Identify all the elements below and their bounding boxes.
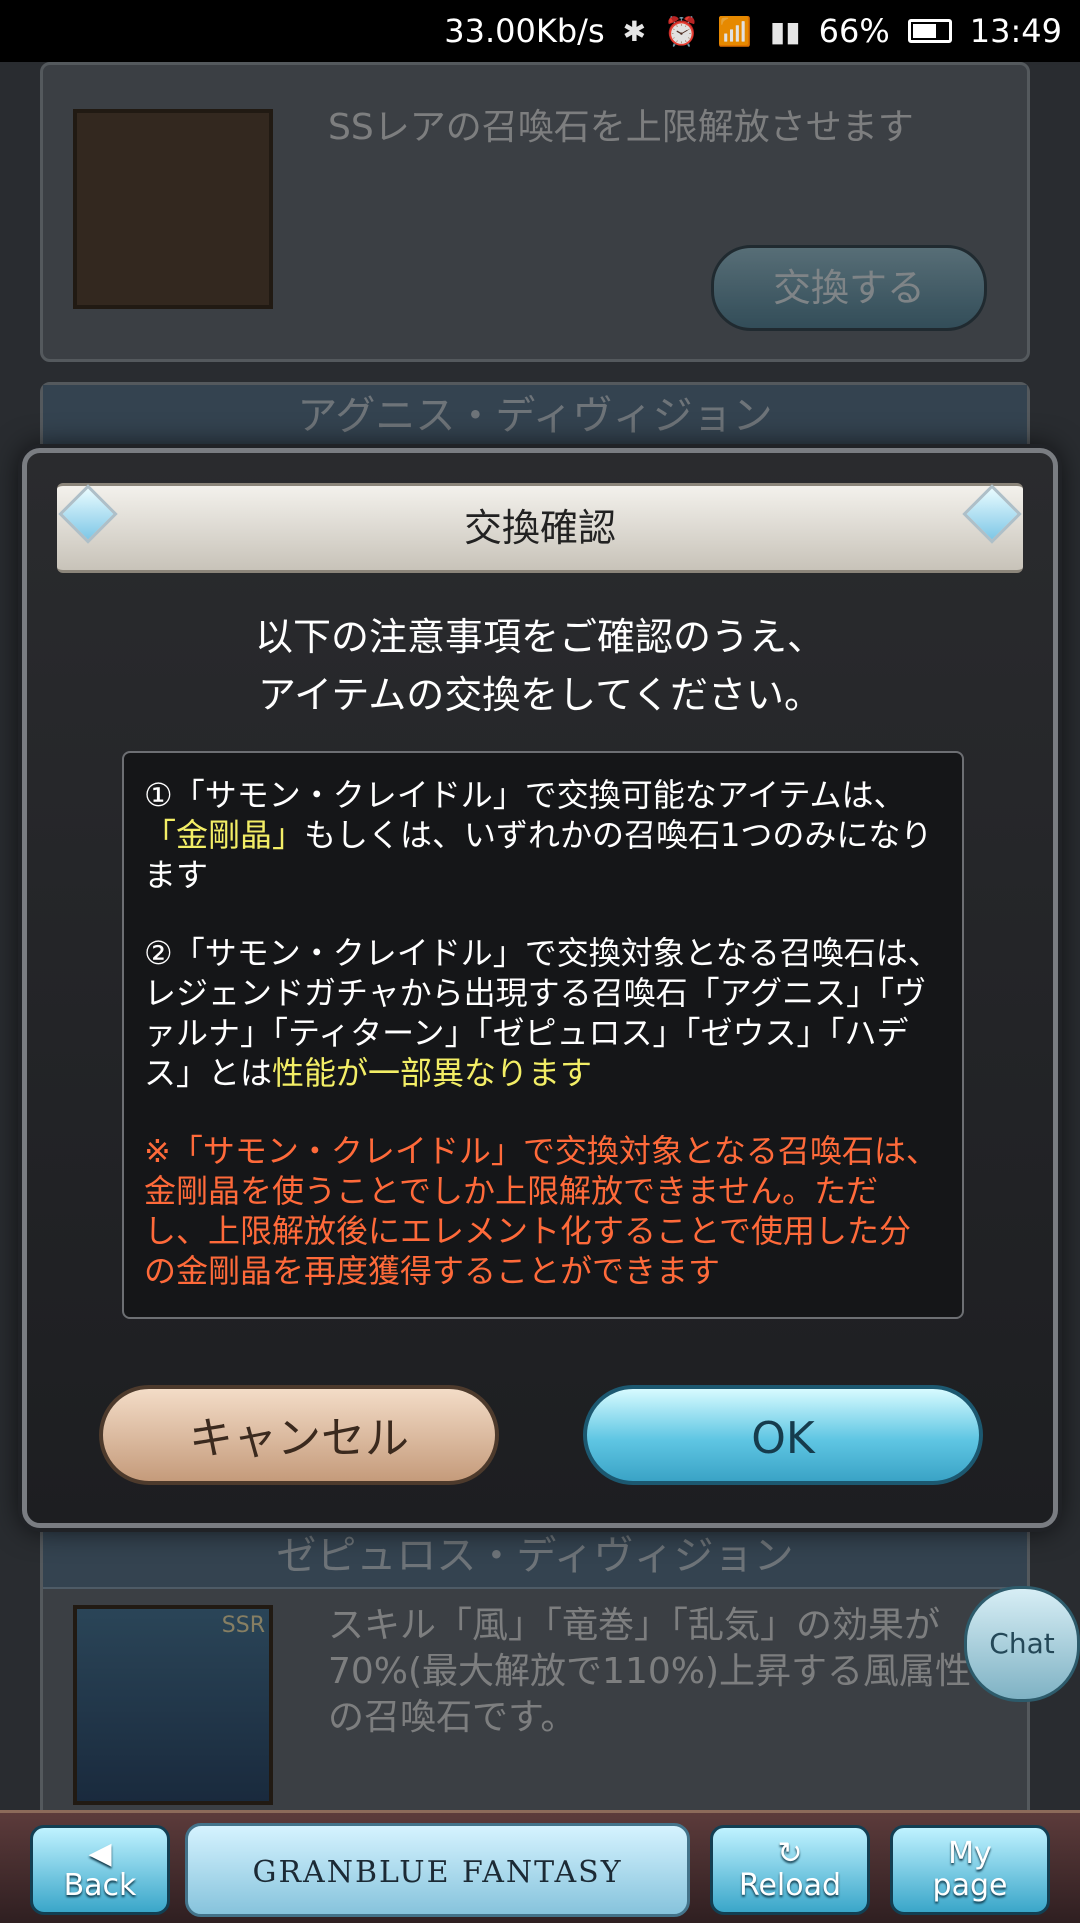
note-1: ①「サモン・クレイドル」で交換可能なアイテムは、「金剛晶」もしくは、いずれかの召… <box>144 776 933 894</box>
clock: 13:49 <box>969 12 1062 50</box>
wifi-icon: 📶 <box>716 14 752 48</box>
notes-box: ①「サモン・クレイドル」で交換可能なアイテムは、「金剛晶」もしくは、いずれかの召… <box>122 751 964 1319</box>
battery-icon <box>907 19 952 43</box>
mypage-button[interactable]: My page <box>890 1825 1050 1915</box>
battery-percent: 66% <box>818 12 890 50</box>
intro-line: アイテムの交換をしてください。 <box>258 673 822 717</box>
reload-icon: ↻ <box>777 1836 803 1871</box>
chat-button[interactable]: Chat <box>964 1586 1080 1702</box>
bluetooth-icon: ✱ <box>622 14 647 48</box>
mypage-label: My <box>948 1836 992 1871</box>
dialog-title: 交換確認 <box>57 483 1023 573</box>
alarm-icon: ⏰ <box>664 14 699 48</box>
cancel-button[interactable]: キャンセル <box>99 1385 499 1485</box>
status-bar: 33.00Kb/s ✱ ⏰ 📶 ▮▮ 66% 13:49 <box>0 0 1080 62</box>
note-2: ②「サモン・クレイドル」で交換対象となる召喚石は、レジェンドガチャから出現する召… <box>144 934 940 1092</box>
ok-button[interactable]: OK <box>583 1385 983 1485</box>
warning-note: ※「サモン・クレイドル」で交換対象となる召喚石は、金剛晶を使うことでしか上限解放… <box>144 1132 938 1290</box>
back-button[interactable]: ◀ Back <box>30 1825 170 1915</box>
back-arrow-icon: ◀ <box>88 1836 112 1871</box>
bottom-nav: ◀ Back GRANBLUE FANTASY ↻ Reload My page <box>0 1810 1080 1923</box>
dialog-intro: 以下の注意事項をご確認のうえ、 アイテムの交換をしてください。 <box>27 608 1053 724</box>
highlight-text: 「金剛晶」 <box>144 816 305 854</box>
network-speed: 33.00Kb/s <box>444 12 605 50</box>
highlight-text: 性能が一部異なります <box>272 1054 593 1092</box>
reload-button[interactable]: ↻ Reload <box>710 1825 870 1915</box>
back-label: Back <box>63 1868 137 1903</box>
exchange-confirm-dialog: 交換確認 以下の注意事項をご確認のうえ、 アイテムの交換をしてください。 ①「サ… <box>22 448 1058 1528</box>
reload-label: Reload <box>738 1868 842 1903</box>
signal-icon: ▮▮ <box>769 14 801 48</box>
mypage-label: page <box>932 1868 1008 1903</box>
game-logo: GRANBLUE FANTASY <box>185 1823 690 1917</box>
intro-line: 以下の注意事項をご確認のうえ、 <box>254 615 825 659</box>
